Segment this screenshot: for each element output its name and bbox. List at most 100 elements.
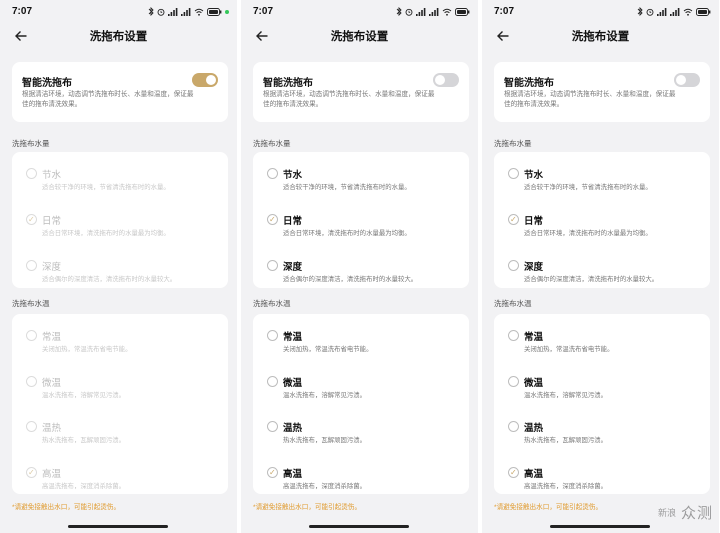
bluetooth-icon bbox=[637, 7, 643, 16]
checkmark-icon: ✓ bbox=[269, 468, 276, 477]
temp-option-high[interactable]: ✓ 高温 高温洗拖布，深度消杀除菌。 bbox=[494, 457, 710, 497]
radio-button[interactable] bbox=[508, 168, 519, 179]
battery-icon bbox=[207, 7, 222, 16]
temp-option-normal[interactable]: 常温 关闭加热，常温洗布省电节能。 bbox=[494, 320, 710, 360]
option-title: 节水 bbox=[524, 170, 544, 181]
radio-button[interactable] bbox=[508, 376, 519, 387]
home-indicator[interactable] bbox=[309, 525, 409, 528]
header: 洗拖布设置 bbox=[482, 24, 719, 48]
status-bar: 7:07 bbox=[482, 0, 719, 26]
radio-button[interactable] bbox=[267, 330, 278, 341]
home-indicator[interactable] bbox=[550, 525, 650, 528]
water-amount-section-label: 洗拖布水量 bbox=[12, 139, 50, 148]
radio-button-checked[interactable]: ✓ bbox=[26, 467, 37, 478]
water-amount-section-label: 洗拖布水量 bbox=[253, 139, 291, 148]
water-option-daily[interactable]: ✓ 日常 适合日常环境，清洗拖布时的水量最为均衡。 bbox=[12, 204, 228, 244]
temp-option-warm[interactable]: 温热 热水洗拖布，瓦解顽固污渍。 bbox=[253, 411, 469, 451]
option-description: 高温洗拖布，深度消杀除菌。 bbox=[283, 483, 367, 490]
radio-button-checked[interactable]: ✓ bbox=[267, 467, 278, 478]
smart-mop-wash-description: 根据清洁环境，动态调节洗拖布时长、水量和温度，保证最佳的拖布清洗效果。 bbox=[504, 91, 676, 108]
toggle-knob bbox=[676, 75, 686, 85]
option-title: 高温 bbox=[524, 469, 544, 480]
phone-screen-1: 7:07 洗拖布设置 智能洗拖布 根据清洁环境，动态调节洗拖布时长、水量和温度，… bbox=[0, 0, 237, 533]
temp-option-normal[interactable]: 常温 关闭加热，常温洗布省电节能。 bbox=[253, 320, 469, 360]
temp-option-normal[interactable]: 常温 关闭加热，常温洗布省电节能。 bbox=[12, 320, 228, 360]
temp-option-warm[interactable]: 温热 热水洗拖布，瓦解顽固污渍。 bbox=[494, 411, 710, 451]
temp-option-lukewarm[interactable]: 微温 温水洗拖布，溶解常见污渍。 bbox=[12, 366, 228, 406]
radio-button-checked[interactable]: ✓ bbox=[26, 214, 37, 225]
radio-button-checked[interactable]: ✓ bbox=[508, 214, 519, 225]
radio-button[interactable] bbox=[26, 376, 37, 387]
temp-option-high[interactable]: ✓ 高温 高温洗拖布，深度消杀除菌。 bbox=[12, 457, 228, 497]
water-amount-card: 节水 适合较干净的环境，节省清洗拖布时的水量。 ✓ 日常 适合日常环境，清洗拖布… bbox=[12, 152, 228, 288]
radio-button[interactable] bbox=[267, 168, 278, 179]
radio-button-checked[interactable]: ✓ bbox=[508, 467, 519, 478]
radio-button[interactable] bbox=[267, 376, 278, 387]
water-option-save[interactable]: 节水 适合较干净的环境，节省清洗拖布时的水量。 bbox=[253, 158, 469, 198]
page-title: 洗拖布设置 bbox=[571, 31, 630, 43]
radio-button[interactable] bbox=[508, 421, 519, 432]
wifi-icon bbox=[683, 8, 693, 16]
phone-screen-3: 7:07 洗拖布设置 智能洗拖布 根据清洁环境，动态调节洗拖布时长、水量和温度，… bbox=[482, 0, 719, 533]
status-bar: 7:07 bbox=[0, 0, 237, 26]
smart-mop-wash-toggle[interactable] bbox=[674, 73, 700, 87]
radio-button[interactable] bbox=[26, 330, 37, 341]
radio-button[interactable] bbox=[26, 260, 37, 271]
option-title: 节水 bbox=[42, 170, 62, 181]
option-title: 微温 bbox=[283, 378, 303, 389]
option-title: 常温 bbox=[283, 332, 303, 343]
option-description: 适合较干净的环境，节省清洗拖布时的水量。 bbox=[524, 184, 652, 191]
radio-button[interactable] bbox=[267, 421, 278, 432]
smart-mop-wash-toggle[interactable] bbox=[192, 73, 218, 87]
water-option-save[interactable]: 节水 适合较干净的环境，节省清洗拖布时的水量。 bbox=[494, 158, 710, 198]
home-indicator[interactable] bbox=[68, 525, 168, 528]
water-temperature-card: 常温 关闭加热，常温洗布省电节能。 微温 温水洗拖布，溶解常见污渍。 温热 热水… bbox=[12, 314, 228, 494]
status-icons bbox=[148, 7, 229, 16]
toggle-knob bbox=[435, 75, 445, 85]
water-option-deep[interactable]: 深度 适合偶尔的深度清洁，清洗拖布时的水量较大。 bbox=[12, 250, 228, 290]
water-temperature-section-label: 洗拖布水温 bbox=[253, 299, 291, 308]
wifi-icon bbox=[442, 8, 452, 16]
water-temperature-section-label: 洗拖布水温 bbox=[494, 299, 532, 308]
option-title: 日常 bbox=[42, 216, 62, 227]
radio-button[interactable] bbox=[508, 260, 519, 271]
water-option-deep[interactable]: 深度 适合偶尔的深度清洁，清洗拖布时的水量较大。 bbox=[253, 250, 469, 290]
water-option-daily[interactable]: ✓ 日常 适合日常环境，清洗拖布时的水量最为均衡。 bbox=[253, 204, 469, 244]
battery-icon bbox=[696, 7, 711, 16]
page-title: 洗拖布设置 bbox=[89, 31, 148, 43]
temp-option-warm[interactable]: 温热 热水洗拖布，瓦解顽固污渍。 bbox=[12, 411, 228, 451]
option-description: 适合偶尔的深度清洁，清洗拖布时的水量较大。 bbox=[283, 276, 418, 283]
radio-button-checked[interactable]: ✓ bbox=[267, 214, 278, 225]
burn-warning-note: *请避免接触出水口，可能引起烫伤。 bbox=[253, 504, 362, 511]
option-description: 热水洗拖布，瓦解顽固污渍。 bbox=[42, 437, 126, 444]
option-description: 关闭加热，常温洗布省电节能。 bbox=[283, 346, 373, 353]
bluetooth-icon bbox=[396, 7, 402, 16]
radio-button[interactable] bbox=[26, 421, 37, 432]
alarm-icon bbox=[646, 8, 654, 16]
screens: 7:07 洗拖布设置 智能洗拖布 根据清洁环境，动态调节洗拖布时长、水量和温度，… bbox=[0, 0, 720, 533]
toggle-knob bbox=[206, 75, 216, 85]
radio-button[interactable] bbox=[267, 260, 278, 271]
status-bar: 7:07 bbox=[241, 0, 478, 26]
water-option-daily[interactable]: ✓ 日常 适合日常环境，清洗拖布时的水量最为均衡。 bbox=[494, 204, 710, 244]
option-description: 热水洗拖布，瓦解顽固污渍。 bbox=[524, 437, 608, 444]
temp-option-lukewarm[interactable]: 微温 温水洗拖布，溶解常见污渍。 bbox=[494, 366, 710, 406]
water-option-deep[interactable]: 深度 适合偶尔的深度清洁，清洗拖布时的水量较大。 bbox=[494, 250, 710, 290]
smart-mop-wash-toggle[interactable] bbox=[433, 73, 459, 87]
status-time: 7:07 bbox=[253, 6, 274, 17]
smart-mop-wash-title: 智能洗拖布 bbox=[263, 78, 313, 89]
radio-button[interactable] bbox=[508, 330, 519, 341]
watermark-logo: 新浪 bbox=[657, 507, 676, 518]
water-temperature-card: 常温 关闭加热，常温洗布省电节能。 微温 温水洗拖布，溶解常见污渍。 温热 热水… bbox=[494, 314, 710, 494]
smart-mop-wash-card: 智能洗拖布 根据清洁环境，动态调节洗拖布时长、水量和温度，保证最佳的拖布清洗效果… bbox=[253, 62, 469, 122]
signal-icon bbox=[168, 7, 178, 16]
signal-icon bbox=[657, 7, 667, 16]
alarm-icon bbox=[405, 8, 413, 16]
temp-option-lukewarm[interactable]: 微温 温水洗拖布，溶解常见污渍。 bbox=[253, 366, 469, 406]
smart-mop-wash-card: 智能洗拖布 根据清洁环境，动态调节洗拖布时长、水量和温度，保证最佳的拖布清洗效果… bbox=[494, 62, 710, 122]
temp-option-high[interactable]: ✓ 高温 高温洗拖布，深度消杀除菌。 bbox=[253, 457, 469, 497]
radio-button[interactable] bbox=[26, 168, 37, 179]
watermark: 新浪 众测 bbox=[657, 502, 713, 523]
burn-warning-note: *请避免接触出水口，可能引起烫伤。 bbox=[12, 504, 121, 511]
water-option-save[interactable]: 节水 适合较干净的环境，节省清洗拖布时的水量。 bbox=[12, 158, 228, 198]
